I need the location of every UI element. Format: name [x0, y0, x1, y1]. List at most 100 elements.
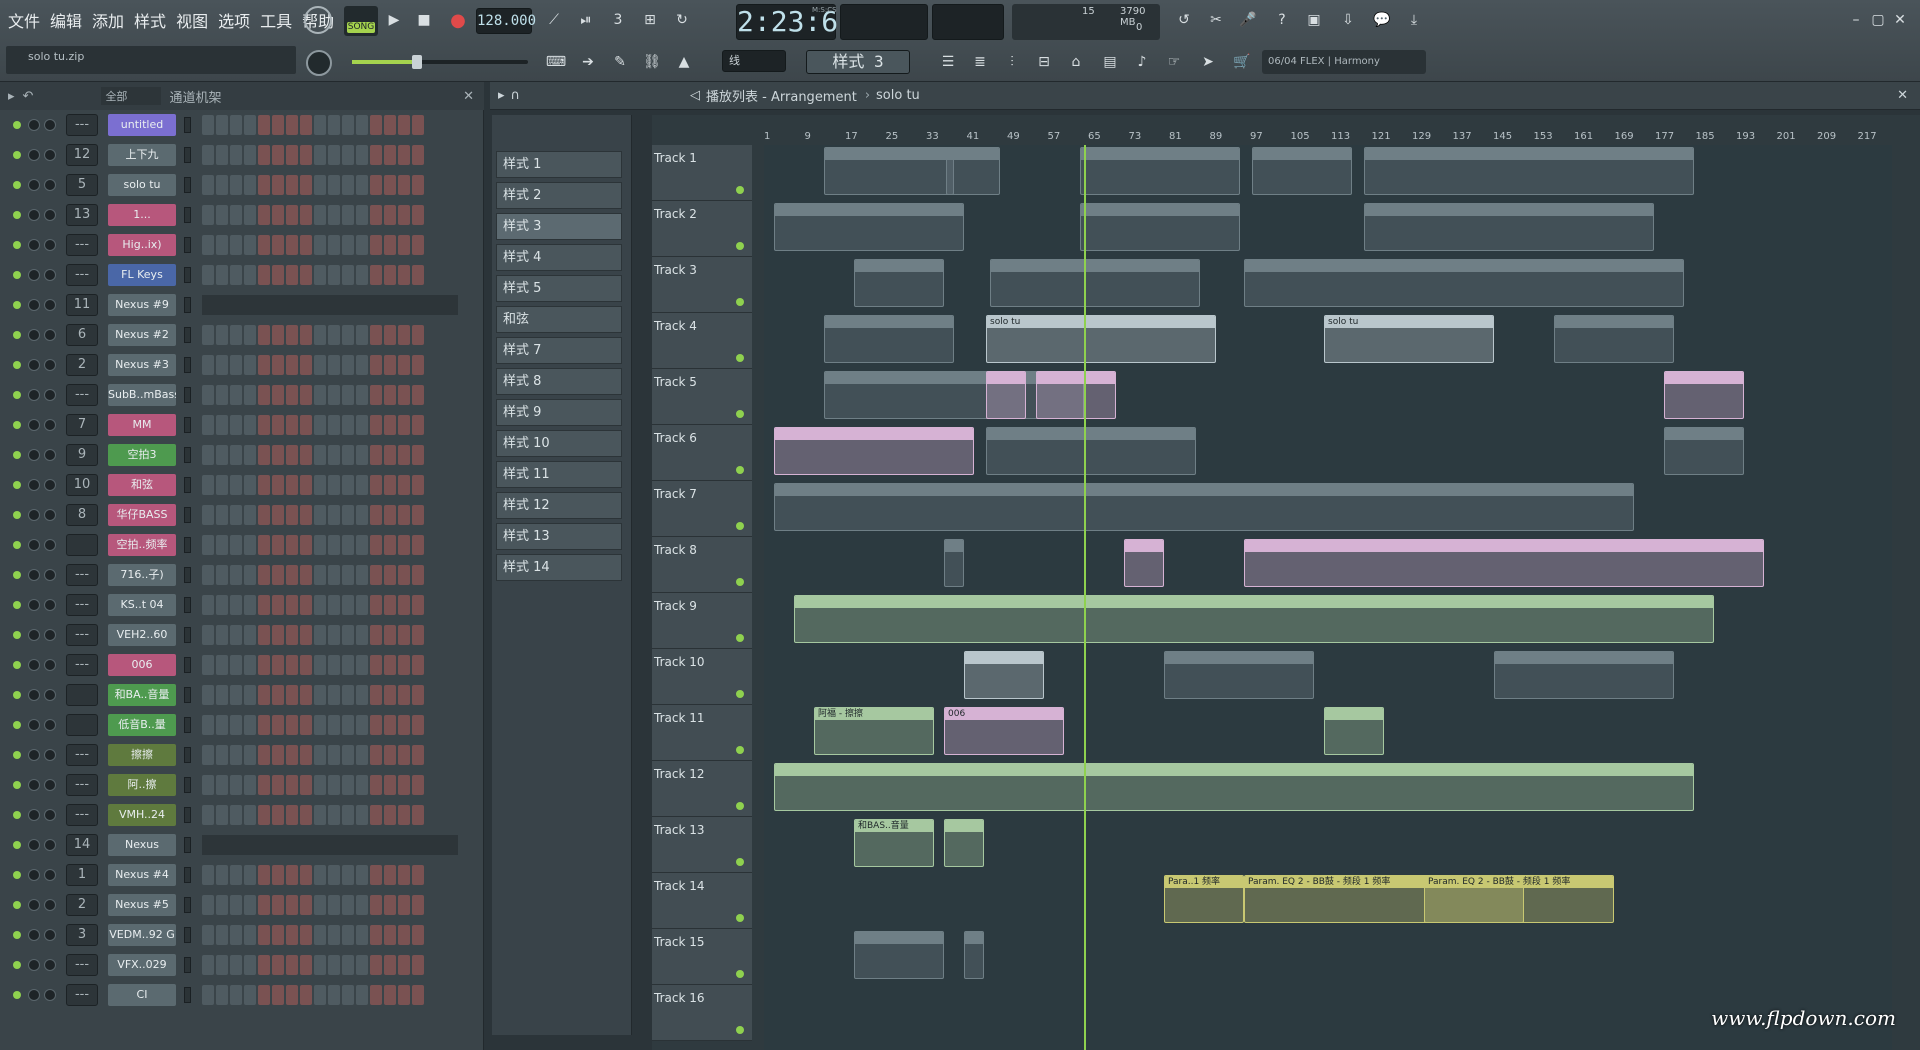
step-button[interactable]	[272, 475, 284, 495]
step-button[interactable]	[300, 205, 312, 225]
step-button[interactable]	[300, 925, 312, 945]
step-button[interactable]	[300, 865, 312, 885]
pan-knob[interactable]	[28, 359, 40, 371]
step-button[interactable]	[244, 505, 256, 525]
channel-row[interactable]: 5 solo tu	[0, 170, 470, 200]
pattern-item[interactable]: 样式 1	[496, 151, 622, 178]
chat-button[interactable]: 💬	[1368, 6, 1396, 34]
step-button[interactable]	[300, 115, 312, 135]
mixer-track-number[interactable]: ---	[66, 234, 98, 256]
step-button[interactable]	[384, 805, 396, 825]
step-button[interactable]	[202, 175, 214, 195]
mixer-track-number[interactable]: ---	[66, 624, 98, 646]
track-enable-led-icon[interactable]	[736, 578, 744, 586]
step-button[interactable]	[216, 265, 228, 285]
step-button[interactable]	[230, 655, 242, 675]
step-button[interactable]	[356, 955, 368, 975]
playlist-clip[interactable]	[964, 931, 984, 979]
playlist-clip[interactable]: 006	[944, 707, 1064, 755]
pan-knob[interactable]	[28, 899, 40, 911]
step-button[interactable]	[300, 655, 312, 675]
mute-led-icon[interactable]	[13, 331, 21, 339]
timeline-ruler[interactable]: 1 9 17 25 33 41 49 57 65 73 81 89 97 105 113 121 129 137 1…	[764, 131, 1892, 145]
step-button[interactable]	[300, 145, 312, 165]
step-button[interactable]	[370, 535, 382, 555]
step-button[interactable]	[216, 955, 228, 975]
stamp-tool[interactable]: ▲	[670, 48, 698, 76]
step-button[interactable]	[230, 385, 242, 405]
pencil-tool[interactable]: ✎	[606, 48, 634, 76]
channel-name-button[interactable]: KS..t 04	[108, 594, 176, 616]
step-button[interactable]	[272, 925, 284, 945]
step-button[interactable]	[272, 145, 284, 165]
step-button[interactable]	[328, 595, 340, 615]
step-button[interactable]	[314, 595, 326, 615]
download-button[interactable]: ⤓	[1400, 6, 1428, 34]
step-button[interactable]	[272, 355, 284, 375]
channel-row[interactable]: 和BA..音量	[0, 680, 470, 710]
step-button[interactable]	[384, 625, 396, 645]
piano-roll-preview[interactable]	[202, 835, 458, 855]
step-button[interactable]	[230, 475, 242, 495]
arrangement-grid[interactable]: solo tu solo tu 阿福 - 擦擦 006 和BAS..音量 Para..1 …	[764, 145, 1892, 1050]
step-button[interactable]	[370, 745, 382, 765]
step-button[interactable]	[356, 595, 368, 615]
step-button[interactable]	[398, 985, 410, 1005]
step-button[interactable]	[300, 445, 312, 465]
step-button[interactable]	[286, 445, 298, 465]
step-button[interactable]	[356, 865, 368, 885]
step-button[interactable]	[398, 265, 410, 285]
volume-knob[interactable]	[44, 359, 56, 371]
step-button[interactable]	[412, 775, 424, 795]
step-button[interactable]	[216, 115, 228, 135]
step-button[interactable]	[272, 595, 284, 615]
channel-name-button[interactable]: 和弦	[108, 474, 176, 496]
step-button[interactable]	[286, 865, 298, 885]
step-button[interactable]	[258, 655, 270, 675]
record-button[interactable]: ●	[444, 6, 472, 34]
pitch-knob[interactable]	[306, 50, 332, 76]
step-button[interactable]	[314, 355, 326, 375]
step-button[interactable]	[356, 985, 368, 1005]
pattern-item[interactable]: 样式 8	[496, 368, 622, 395]
step-button[interactable]	[286, 655, 298, 675]
step-button[interactable]	[412, 445, 424, 465]
step-button[interactable]	[412, 865, 424, 885]
step-button[interactable]	[384, 895, 396, 915]
pan-knob[interactable]	[28, 239, 40, 251]
step-button[interactable]	[342, 895, 354, 915]
step-button[interactable]	[286, 415, 298, 435]
step-button[interactable]	[342, 325, 354, 345]
step-button[interactable]	[370, 655, 382, 675]
step-button[interactable]	[300, 685, 312, 705]
step-button[interactable]	[356, 415, 368, 435]
pan-knob[interactable]	[28, 419, 40, 431]
step-button[interactable]	[258, 415, 270, 435]
send-button[interactable]: ➤	[1194, 48, 1222, 76]
step-button[interactable]	[370, 235, 382, 255]
track-enable-led-icon[interactable]	[736, 298, 744, 306]
volume-knob[interactable]	[44, 329, 56, 341]
step-button[interactable]	[398, 775, 410, 795]
mixer-track-number[interactable]: ---	[66, 804, 98, 826]
channel-row[interactable]: 9 空拍3	[0, 440, 470, 470]
step-button[interactable]	[342, 715, 354, 735]
track-header[interactable]: Track 5	[652, 369, 752, 425]
pattern-item[interactable]: 样式 9	[496, 399, 622, 426]
step-button[interactable]	[258, 145, 270, 165]
step-button[interactable]	[384, 115, 396, 135]
pattern-item[interactable]: 样式 3	[496, 213, 622, 240]
channel-name-button[interactable]: 空拍..频率	[108, 534, 176, 556]
step-button[interactable]	[342, 655, 354, 675]
mixer-track-number[interactable]: 10	[66, 474, 98, 496]
step-button[interactable]	[328, 265, 340, 285]
step-button[interactable]	[412, 265, 424, 285]
mixer-track-number[interactable]: 8	[66, 504, 98, 526]
piano-roll-button[interactable]: ⌨	[542, 48, 570, 76]
step-button[interactable]	[398, 445, 410, 465]
channel-row[interactable]: --- 716..子)	[0, 560, 470, 590]
channel-row[interactable]: 8 华仔BASS	[0, 500, 470, 530]
track-enable-led-icon[interactable]	[736, 634, 744, 642]
playlist-clip[interactable]: 和BAS..音量	[854, 819, 934, 867]
step-button[interactable]	[202, 775, 214, 795]
